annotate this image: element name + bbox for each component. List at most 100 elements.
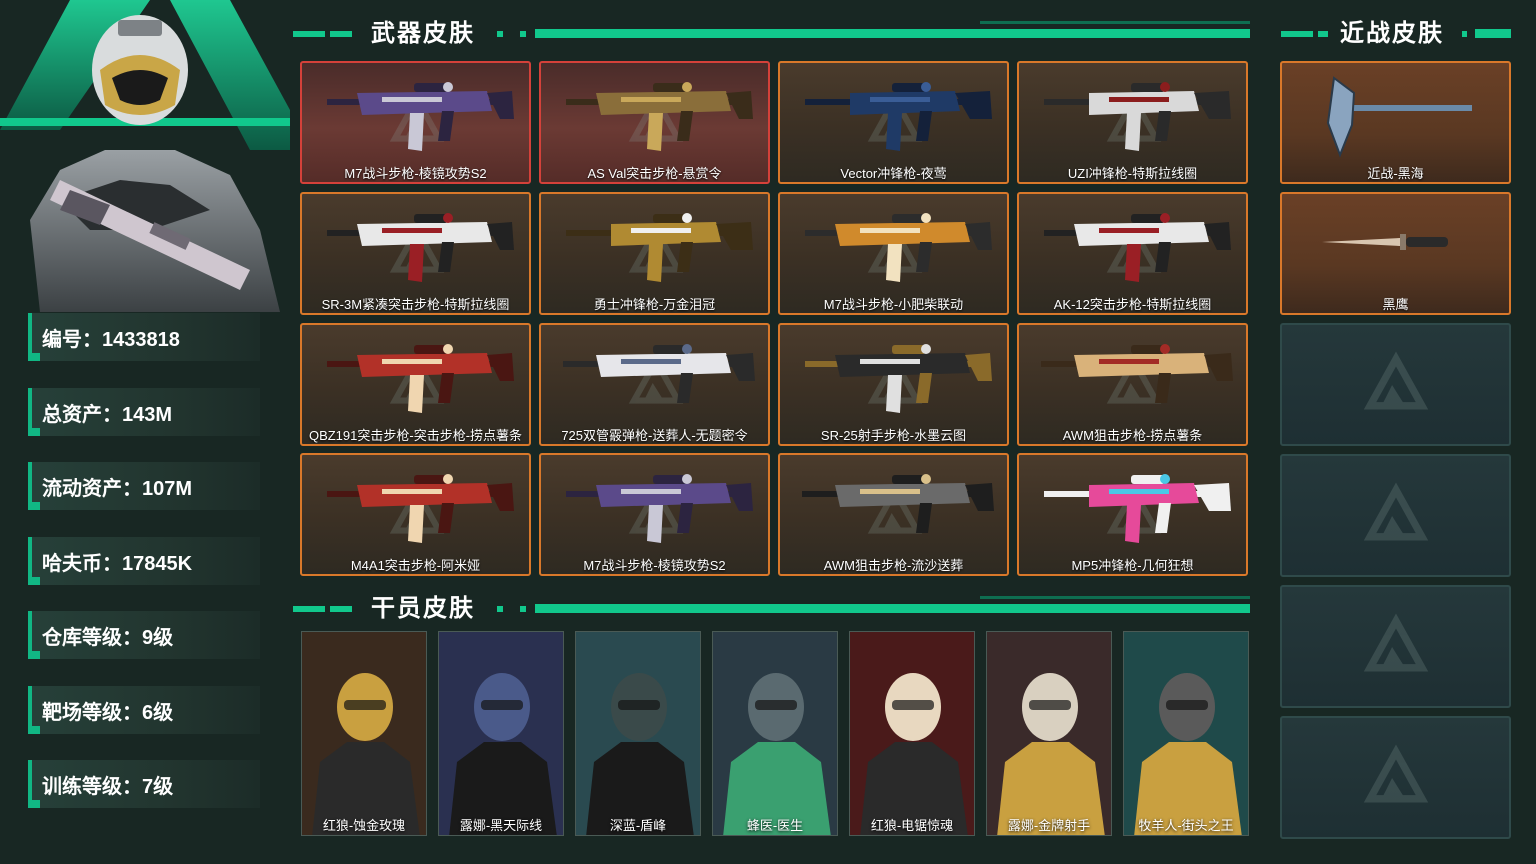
weapon-card[interactable]: Vector冲锋枪-夜莺 [778, 61, 1009, 184]
weapon-card[interactable]: M7战斗步枪-棱镜攻势S2 [300, 61, 531, 184]
header-decor [330, 606, 352, 612]
operator-card[interactable]: 红狼-蚀金玫瑰 [301, 631, 427, 836]
operator-card[interactable]: 蜂医-医生 [712, 631, 838, 836]
weapon-section-header: 武器皮肤 [371, 15, 475, 47]
operator-portrait [0, 0, 290, 312]
weapon-card[interactable]: AWM狙击步枪-捞点薯条 [1017, 323, 1248, 446]
header-decor [1318, 31, 1328, 37]
weapon-name: AWM狙击步枪-流沙送葬 [823, 558, 964, 573]
weapon-card[interactable]: 725双管霰弹枪-送葬人-无题密令 [539, 323, 770, 446]
melee-section-title: 近战皮肤 [1340, 19, 1444, 47]
weapon-name: SR-25射手步枪-水墨云图 [820, 428, 967, 443]
weapon-name: QBZ191突击步枪-突击步枪-捞点薯条 [308, 428, 523, 443]
header-decor [520, 606, 526, 612]
weapon-card[interactable]: SR-3M紧凑突击步枪-特斯拉线圈 [300, 192, 531, 315]
melee-section-header: 近战皮肤 [1340, 15, 1444, 47]
melee-empty-slot[interactable] [1280, 454, 1511, 577]
knife-icon [1322, 234, 1448, 250]
header-decor [520, 31, 526, 37]
weapon-card[interactable]: UZI冲锋枪-特斯拉线圈 [1017, 61, 1248, 184]
header-decor [980, 21, 1250, 24]
weapon-card[interactable]: AK-12突击步枪-特斯拉线圈 [1017, 192, 1248, 315]
weapon-icon [566, 213, 753, 282]
operator-portrait-icon [439, 632, 563, 835]
weapon-name: AK-12突击步枪-特斯拉线圈 [1053, 297, 1212, 312]
weapon-name: M7战斗步枪-小肥柴联动 [823, 297, 964, 312]
weapon-section-title: 武器皮肤 [371, 19, 475, 47]
operator-card[interactable]: 红狼-电锯惊魂 [849, 631, 975, 836]
stat-id: 编号：1433818 [28, 313, 260, 361]
watermark-logo-icon [1363, 482, 1428, 540]
weapon-name: SR-3M紧凑突击步枪-特斯拉线圈 [321, 297, 510, 312]
operator-section-title: 干员皮肤 [371, 594, 475, 622]
weapon-card[interactable]: SR-25射手步枪-水墨云图 [778, 323, 1009, 446]
melee-empty-slot[interactable] [1280, 323, 1511, 446]
stat-training-level: 训练等级：7级 [28, 760, 260, 808]
header-decor [497, 606, 503, 612]
melee-card[interactable]: 黑鹰 [1280, 192, 1511, 315]
melee-name: 近战-黑海 [1367, 166, 1424, 181]
operator-name: 露娜-金牌射手 [1007, 818, 1091, 833]
header-bar [1475, 29, 1511, 38]
weapon-icon [327, 82, 514, 151]
operator-card[interactable]: 露娜-金牌射手 [986, 631, 1112, 836]
weapon-icon [805, 344, 992, 413]
header-decor [293, 606, 325, 612]
operator-name: 红狼-电锯惊魂 [870, 818, 954, 833]
weapon-card[interactable]: M7战斗步枪-小肥柴联动 [778, 192, 1009, 315]
operator-card[interactable]: 露娜-黑天际线 [438, 631, 564, 836]
operator-name: 牧羊人-街头之王 [1138, 818, 1234, 833]
weapon-icon [327, 344, 514, 413]
weapon-name: AS Val突击步枪-悬赏令 [587, 166, 722, 181]
header-decor [497, 31, 503, 37]
weapon-name: AWM狙击步枪-捞点薯条 [1062, 428, 1203, 443]
weapon-icon [1044, 82, 1231, 151]
header-bar [535, 29, 1250, 38]
weapon-name: UZI冲锋枪-特斯拉线圈 [1067, 166, 1198, 181]
header-decor [330, 31, 352, 37]
weapon-icon [805, 213, 992, 282]
weapon-name: MP5冲锋枪-几何狂想 [1071, 558, 1194, 573]
operator-name: 深蓝-盾峰 [609, 818, 667, 833]
weapon-card[interactable]: MP5冲锋枪-几何狂想 [1017, 453, 1248, 576]
profile-panel: 编号：1433818 总资产：143M 流动资产：107M 哈夫币：17845K… [0, 0, 290, 864]
operator-name: 露娜-黑天际线 [459, 818, 543, 833]
melee-empty-slot[interactable] [1280, 585, 1511, 708]
melee-empty-slot[interactable] [1280, 716, 1511, 839]
weapon-icon [805, 82, 992, 151]
operator-card[interactable]: 深蓝-盾峰 [575, 631, 701, 836]
weapon-card[interactable]: M4A1突击步枪-阿米娅 [300, 453, 531, 576]
operator-name: 蜂医-医生 [746, 818, 804, 833]
operator-portrait-icon [713, 632, 837, 835]
watermark-logo-icon [1363, 613, 1428, 671]
operator-card[interactable]: 牧羊人-街头之王 [1123, 631, 1249, 836]
header-decor [293, 31, 325, 37]
weapon-card[interactable]: M7战斗步枪-棱镜攻势S2 [539, 453, 770, 576]
stat-haf-coin: 哈夫币：17845K [28, 537, 260, 585]
header-bar [535, 604, 1250, 613]
weapon-name: 勇士冲锋枪-万金泪冠 [593, 297, 716, 312]
melee-card[interactable]: 近战-黑海 [1280, 61, 1511, 184]
operator-section-header: 干员皮肤 [371, 590, 475, 622]
melee-name: 黑鹰 [1382, 297, 1409, 312]
operator-portrait-icon [987, 632, 1111, 835]
weapon-name: M7战斗步枪-棱镜攻势S2 [344, 166, 487, 181]
weapon-card[interactable]: AS Val突击步枪-悬赏令 [539, 61, 770, 184]
weapon-icon [327, 213, 514, 282]
stat-warehouse-level: 仓库等级：9级 [28, 611, 260, 659]
operator-portrait-icon [1124, 632, 1248, 835]
watermark-logo-icon [1363, 744, 1428, 802]
weapon-name: 725双管霰弹枪-送葬人-无题密令 [561, 428, 748, 443]
weapon-icon [1044, 474, 1231, 543]
weapon-card[interactable]: AWM狙击步枪-流沙送葬 [778, 453, 1009, 576]
header-decor [980, 596, 1250, 599]
axe-icon [1326, 76, 1472, 158]
weapon-card[interactable]: 勇士冲锋枪-万金泪冠 [539, 192, 770, 315]
operator-portrait-icon [576, 632, 700, 835]
weapon-name: M7战斗步枪-棱镜攻势S2 [583, 558, 726, 573]
weapon-icon [566, 82, 753, 151]
stat-total-assets: 总资产：143M [28, 388, 260, 436]
weapon-card[interactable]: QBZ191突击步枪-突击步枪-捞点薯条 [300, 323, 531, 446]
operator-portrait-icon [850, 632, 974, 835]
weapon-icon [327, 474, 514, 543]
